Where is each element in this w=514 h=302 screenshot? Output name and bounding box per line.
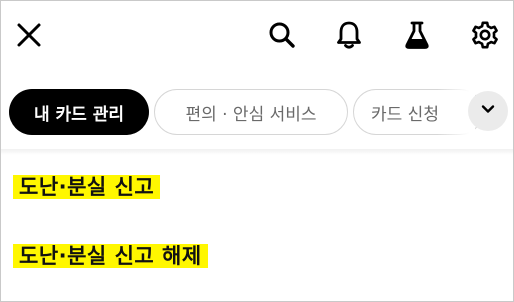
- menu-item-label: 도난·분실 신고 해제: [13, 244, 208, 268]
- search-button[interactable]: [262, 15, 302, 55]
- chevron-down-icon: [480, 101, 496, 121]
- menu-item-report-lost-stolen[interactable]: 도난·분실 신고: [13, 173, 161, 201]
- tab-label: 내 카드 관리: [33, 104, 125, 125]
- tab-label: 카드 신청: [371, 104, 439, 125]
- tabs-divider: [1, 149, 513, 155]
- menu-item-cancel-lost-stolen-report[interactable]: 도난·분실 신고 해제: [13, 242, 208, 270]
- tab-card-application[interactable]: 카드 신청: [353, 89, 483, 135]
- tab-convenience-security-services[interactable]: 편의 · 안심 서비스: [154, 89, 348, 135]
- tabs-expand-button[interactable]: [468, 91, 508, 131]
- tab-my-card-management[interactable]: 내 카드 관리: [9, 89, 149, 135]
- lab-button[interactable]: [397, 15, 437, 55]
- bell-icon: [335, 20, 363, 50]
- tab-label: 편의 · 안심 서비스: [185, 104, 317, 125]
- notification-button[interactable]: [329, 15, 369, 55]
- menu-item-label: 도난·분실 신고: [13, 175, 161, 199]
- app-frame: 내 카드 관리 편의 · 안심 서비스 카드 신청 도난·분실 신고 도난·분실…: [0, 0, 514, 302]
- top-bar: [1, 1, 513, 67]
- settings-button[interactable]: [465, 15, 505, 55]
- close-button[interactable]: [9, 15, 49, 55]
- flask-icon: [403, 20, 431, 50]
- close-icon: [16, 22, 42, 48]
- category-tabs: 내 카드 관리 편의 · 안심 서비스 카드 신청: [1, 85, 513, 141]
- gear-icon: [470, 20, 500, 50]
- search-icon: [268, 21, 296, 49]
